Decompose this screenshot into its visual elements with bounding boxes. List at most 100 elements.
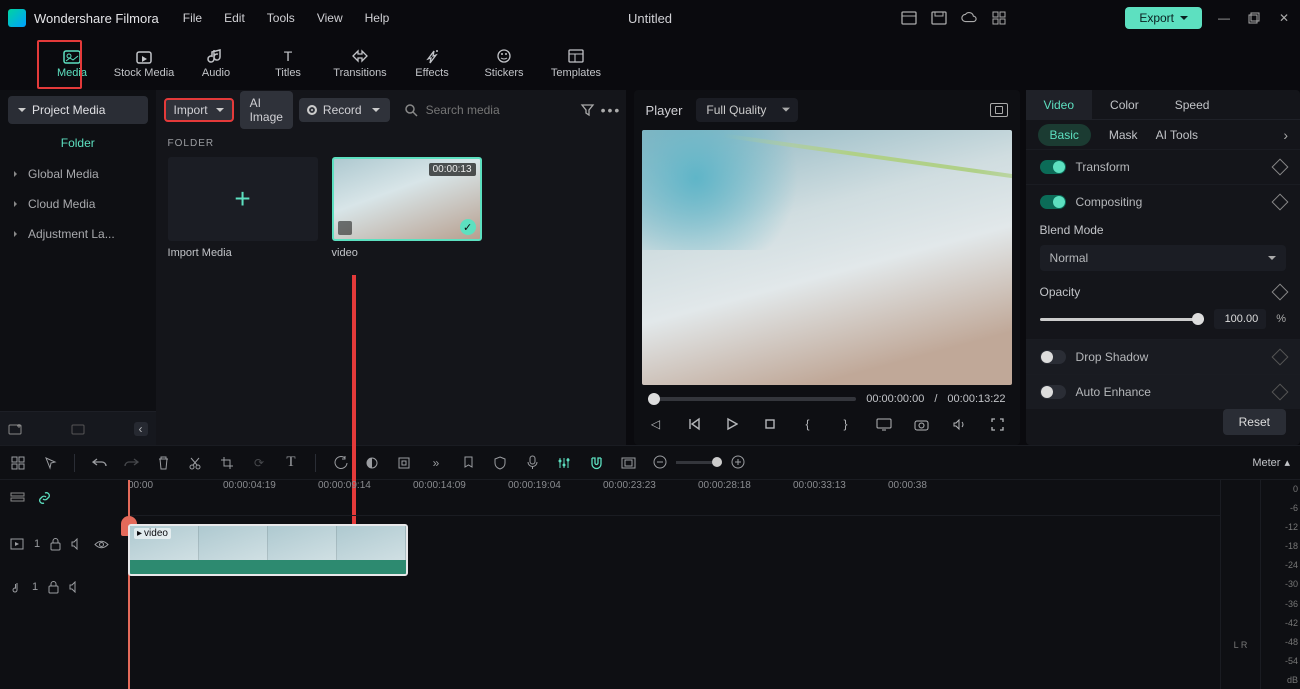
project-media-header[interactable]: Project Media: [8, 96, 148, 124]
new-folder-icon[interactable]: [8, 422, 24, 436]
record-button[interactable]: Record: [299, 98, 390, 122]
cut-icon[interactable]: [187, 455, 203, 471]
timeline-ruler[interactable]: 00:00 00:00:04:19 00:00:09:14 00:00:14:0…: [128, 480, 1220, 516]
more-icon[interactable]: •••: [601, 102, 622, 118]
color-icon[interactable]: [364, 455, 380, 471]
cloud-icon[interactable]: [961, 10, 977, 26]
basic-subtab[interactable]: Basic: [1038, 124, 1091, 146]
zoom-in-icon[interactable]: [730, 455, 746, 471]
progress-slider[interactable]: [648, 397, 857, 401]
import-media-tile[interactable]: + Import Media: [168, 157, 318, 259]
volume-icon[interactable]: [952, 416, 968, 432]
sidebar-item-cloud[interactable]: Cloud Media: [0, 189, 156, 219]
keyframe-icon[interactable]: [396, 455, 412, 471]
zoom-out-icon[interactable]: [652, 455, 668, 471]
audio-tab[interactable]: Audio: [180, 40, 252, 86]
search-input[interactable]: [426, 103, 566, 117]
titles-tab[interactable]: TTitles: [252, 40, 324, 86]
aspect-icon[interactable]: [620, 455, 636, 471]
filter-icon[interactable]: [580, 103, 595, 117]
lock-icon[interactable]: [48, 581, 59, 594]
ai-image-button[interactable]: AI Image: [240, 91, 293, 129]
play-icon[interactable]: [724, 416, 740, 432]
delete-icon[interactable]: [155, 455, 171, 471]
text-icon[interactable]: T: [283, 455, 299, 471]
display-icon[interactable]: [876, 416, 892, 432]
prev-frame-icon[interactable]: ◁: [648, 416, 664, 432]
menu-edit[interactable]: Edit: [224, 11, 245, 25]
audio-track-header[interactable]: 1: [0, 572, 128, 602]
import-button[interactable]: Import: [164, 98, 234, 122]
keyframe-diamond-icon[interactable]: [1272, 159, 1289, 176]
camera-icon[interactable]: [914, 416, 930, 432]
mask-subtab[interactable]: Mask: [1109, 128, 1138, 142]
auto-enhance-toggle[interactable]: [1040, 385, 1066, 399]
eye-icon[interactable]: [94, 539, 109, 550]
ai-tools-subtab[interactable]: AI Tools: [1156, 128, 1198, 142]
color-tab[interactable]: Color: [1092, 90, 1157, 119]
grid-icon[interactable]: [991, 10, 1007, 26]
crop-icon[interactable]: [219, 455, 235, 471]
shield-icon[interactable]: [492, 455, 508, 471]
keyframe-diamond-icon[interactable]: [1272, 384, 1289, 401]
more-subtabs-icon[interactable]: ›: [1283, 127, 1288, 143]
rotate-icon[interactable]: [332, 455, 348, 471]
drop-shadow-toggle[interactable]: [1040, 350, 1066, 364]
speed-tab[interactable]: Speed: [1157, 90, 1228, 119]
magnet-icon[interactable]: [588, 455, 604, 471]
mark-in-icon[interactable]: {: [800, 416, 816, 432]
opacity-value[interactable]: 100.00: [1214, 309, 1266, 329]
play-back-icon[interactable]: [686, 416, 702, 432]
stickers-tab[interactable]: Stickers: [468, 40, 540, 86]
marker-icon[interactable]: [460, 455, 476, 471]
media-clip-tile[interactable]: 00:00:13 ✓ video: [332, 157, 482, 259]
speed-icon[interactable]: ⟳: [251, 455, 267, 471]
layout-icon[interactable]: [901, 10, 917, 26]
fullscreen-icon[interactable]: [990, 416, 1006, 432]
transitions-tab[interactable]: Transitions: [324, 40, 396, 86]
more-tools-icon[interactable]: »: [428, 455, 444, 471]
close-icon[interactable]: ✕: [1276, 10, 1292, 26]
new-bin-icon[interactable]: [71, 422, 87, 436]
transform-toggle[interactable]: [1040, 160, 1066, 174]
collapse-sidebar-icon[interactable]: ‹: [134, 422, 148, 436]
export-button[interactable]: Export: [1125, 7, 1202, 29]
lock-icon[interactable]: [50, 538, 61, 551]
stop-icon[interactable]: [762, 416, 778, 432]
video-track-header[interactable]: 1: [0, 516, 128, 572]
quality-dropdown[interactable]: Full Quality: [696, 98, 798, 122]
mic-icon[interactable]: [524, 455, 540, 471]
video-tab[interactable]: Video: [1026, 90, 1092, 119]
opacity-slider[interactable]: [1040, 318, 1205, 321]
templates-tab[interactable]: Templates: [540, 40, 612, 86]
mark-out-icon[interactable]: }: [838, 416, 854, 432]
snapshot-icon[interactable]: [990, 103, 1008, 117]
preview-viewport[interactable]: [642, 130, 1012, 385]
mute-icon[interactable]: [69, 581, 82, 593]
effects-tab[interactable]: Effects: [396, 40, 468, 86]
keyframe-diamond-icon[interactable]: [1272, 194, 1289, 211]
minimize-icon[interactable]: —: [1216, 10, 1232, 26]
sidebar-item-adjustment[interactable]: Adjustment La...: [0, 219, 156, 249]
keyframe-diamond-icon[interactable]: [1272, 349, 1289, 366]
track-manager-icon[interactable]: [10, 492, 25, 505]
pointer-icon[interactable]: [42, 455, 58, 471]
zoom-slider[interactable]: [676, 461, 722, 464]
menu-help[interactable]: Help: [365, 11, 390, 25]
timeline-clip[interactable]: ▸video: [128, 524, 408, 576]
stock-media-tab[interactable]: Stock Media: [108, 40, 180, 86]
compositing-toggle[interactable]: [1040, 195, 1066, 209]
maximize-icon[interactable]: [1246, 10, 1262, 26]
mixer-icon[interactable]: [556, 455, 572, 471]
menu-tools[interactable]: Tools: [267, 11, 295, 25]
mute-icon[interactable]: [71, 538, 84, 550]
keyframe-diamond-icon[interactable]: [1272, 284, 1289, 301]
menu-file[interactable]: File: [183, 11, 202, 25]
undo-icon[interactable]: [91, 455, 107, 471]
meter-label[interactable]: Meter▴: [1252, 456, 1290, 469]
media-tab[interactable]: Media: [36, 40, 108, 86]
save-icon[interactable]: [931, 10, 947, 26]
playhead[interactable]: [128, 480, 130, 689]
link-icon[interactable]: [37, 491, 52, 505]
blend-mode-dropdown[interactable]: Normal: [1040, 245, 1286, 271]
